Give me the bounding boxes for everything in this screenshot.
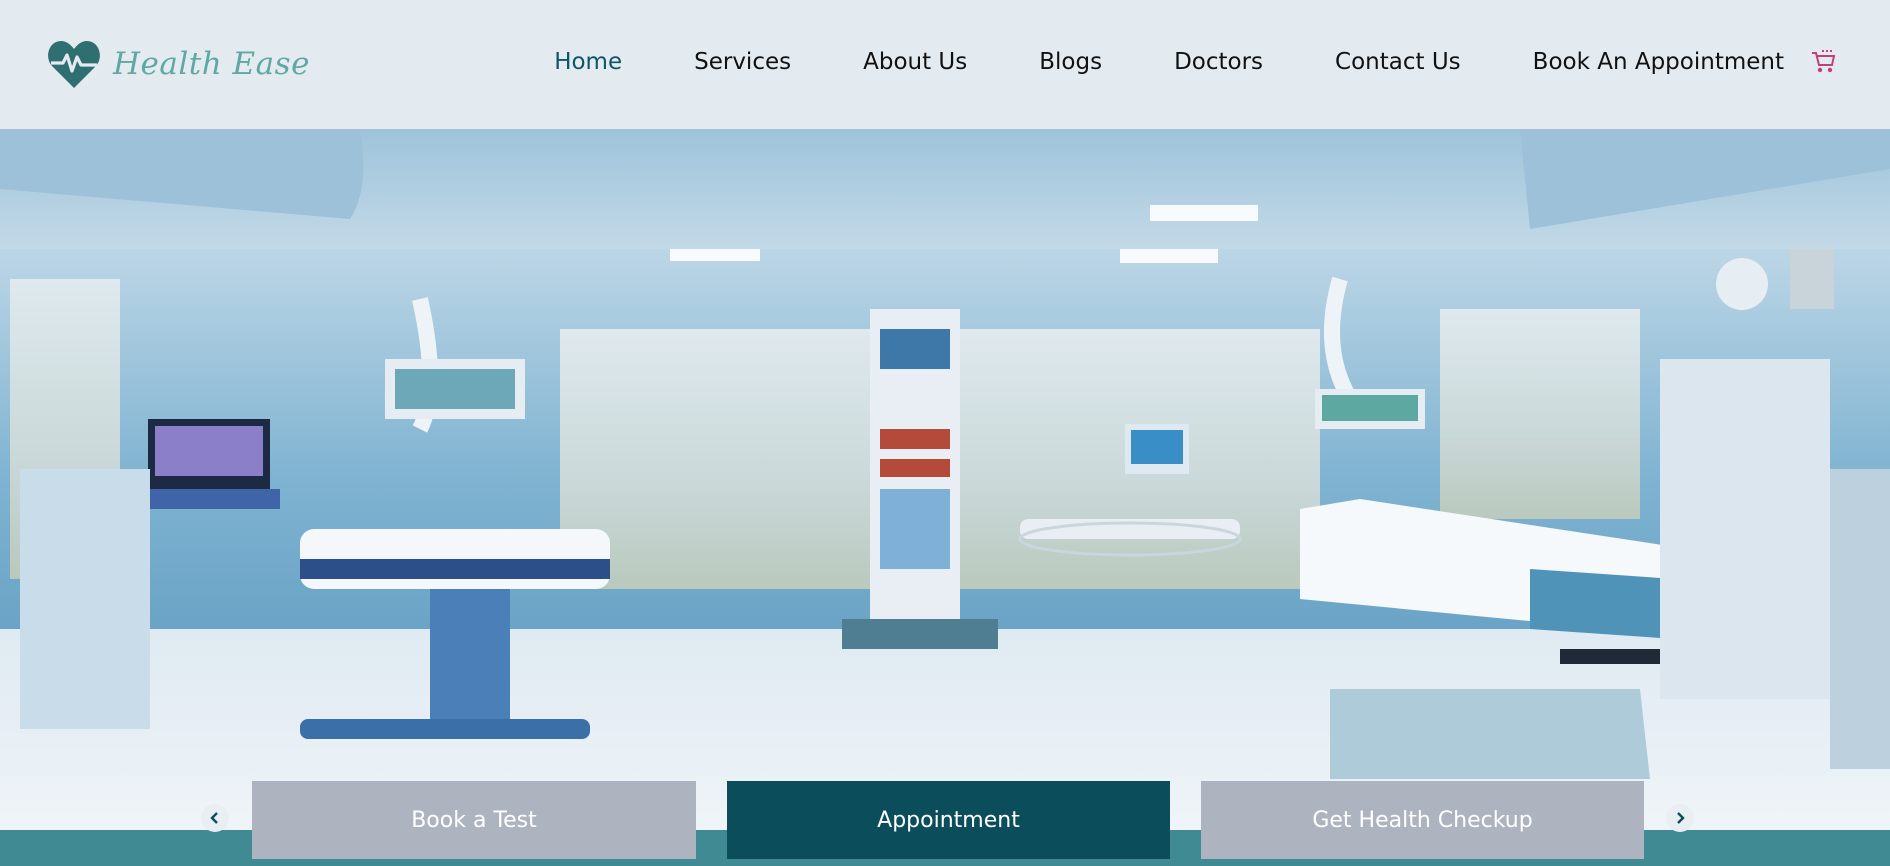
nav-doctors[interactable]: Doctors (1174, 49, 1263, 75)
nav-book-appointment[interactable]: Book An Appointment (1533, 49, 1784, 75)
nav-services[interactable]: Services (694, 49, 791, 75)
cart-icon[interactable] (1808, 47, 1838, 77)
hero-banner: Book a Test Appointment Get Health Check… (0, 129, 1890, 866)
site-header: Health Ease Home Services About Us Blogs… (0, 0, 1890, 129)
appointment-button[interactable]: Appointment (727, 781, 1170, 859)
carousel-next[interactable] (1666, 804, 1694, 832)
carousel-prev[interactable] (201, 804, 229, 832)
chevron-right-icon (1677, 812, 1685, 824)
hospital-room-photo (0, 129, 1890, 866)
brand-logo[interactable]: Health Ease (47, 38, 310, 90)
nav-contact-us[interactable]: Contact Us (1335, 49, 1461, 75)
nav-about-us[interactable]: About Us (863, 49, 967, 75)
nav-home[interactable]: Home (554, 49, 622, 75)
nav-blogs[interactable]: Blogs (1039, 49, 1102, 75)
book-test-button[interactable]: Book a Test (252, 781, 696, 859)
health-checkup-button[interactable]: Get Health Checkup (1201, 781, 1644, 859)
heart-pulse-icon (48, 41, 100, 88)
chevron-left-icon (210, 812, 218, 824)
main-nav: Home Services About Us Blogs Doctors Con… (554, 47, 1838, 77)
brand-name: Health Ease (113, 46, 310, 82)
